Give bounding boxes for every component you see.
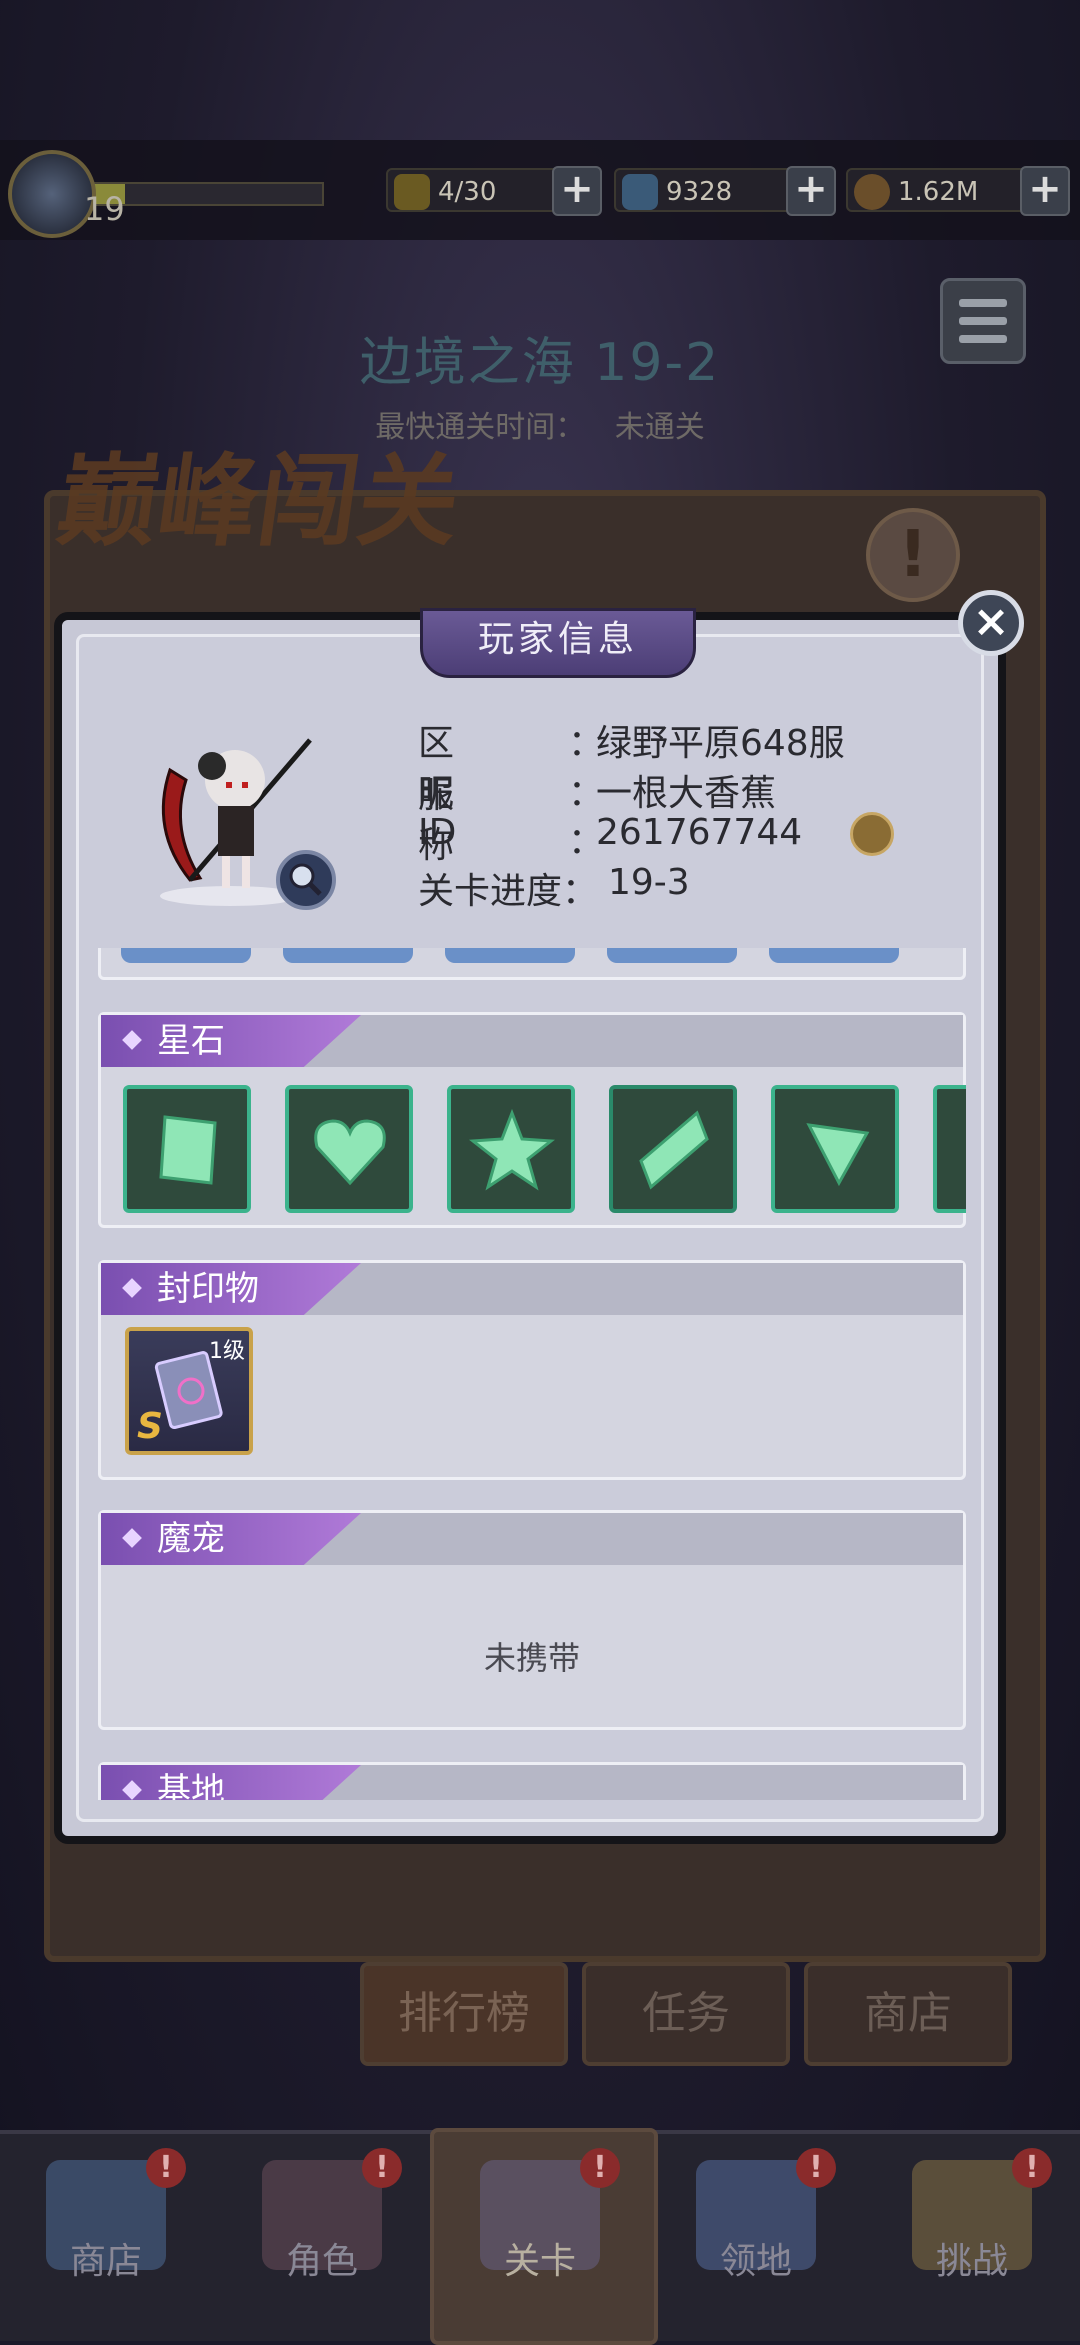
section-seal: 封印物 1级 S xyxy=(98,1260,966,1480)
nav-challenge-label: 挑战 xyxy=(935,2241,1008,2282)
alert-badge: ! xyxy=(362,2148,402,2188)
star-stone-slot[interactable] xyxy=(123,1085,251,1213)
star-stone-slot[interactable] xyxy=(771,1085,899,1213)
alert-badge: ! xyxy=(1012,2148,1052,2188)
nav-role-label: 角色 xyxy=(285,2241,358,2282)
fastest-value: 未通关 xyxy=(614,410,705,445)
heart-gem-icon xyxy=(314,1119,386,1186)
gold-value: 1.62M xyxy=(898,177,979,207)
player-level: 19 xyxy=(84,190,125,228)
copy-id-icon[interactable] xyxy=(850,812,894,856)
star-stone-slot[interactable] xyxy=(285,1085,413,1213)
stamina-value: 4/30 xyxy=(438,177,497,207)
peak-challenge-banner: 巅峰闯关 xyxy=(50,442,468,560)
modal-title: 玩家信息 xyxy=(420,608,696,678)
info-key: ID xyxy=(418,812,457,853)
nickname-value: 一根大香蕉 xyxy=(596,773,777,814)
nav-territory-label: 领地 xyxy=(719,2241,792,2282)
nav-shop-label: 商店 xyxy=(69,2241,142,2282)
section-pet: 魔宠 未携带 xyxy=(98,1510,966,1730)
gold-display: 1.62M xyxy=(846,168,1046,212)
star-stone-slot[interactable] xyxy=(609,1085,737,1213)
coin-icon xyxy=(854,174,890,210)
alert-badge: ! xyxy=(796,2148,836,2188)
pet-empty-text: 未携带 xyxy=(483,1639,580,1677)
equipment-row-partial xyxy=(98,948,966,980)
menu-button[interactable] xyxy=(940,278,1026,364)
level-badge-icon[interactable] xyxy=(8,150,96,238)
triangle-gem-icon xyxy=(806,1123,870,1187)
close-button[interactable]: × xyxy=(958,590,1024,656)
add-gold-button[interactable]: + xyxy=(1020,166,1070,216)
star-gem-icon xyxy=(468,1108,556,1191)
tab-leaderboard[interactable]: 排行榜 xyxy=(360,1962,568,2066)
lightning-icon xyxy=(394,174,430,210)
add-stamina-button[interactable]: + xyxy=(552,166,602,216)
info-key: 关卡进度： xyxy=(418,871,599,912)
add-diamond-button[interactable]: + xyxy=(786,166,836,216)
stamina-display: 4/30 xyxy=(386,168,576,212)
player-detail-scroll[interactable]: 星石 封印物 1级 S 魔宠 未携带 基地 xyxy=(98,948,966,1800)
tab-shop[interactable]: 商店 xyxy=(804,1962,1012,2066)
info-icon[interactable]: ! xyxy=(866,508,960,602)
stage-title: 边境之海 19-2 xyxy=(359,333,721,393)
section-base: 基地 xyxy=(98,1762,966,1800)
seal-level: 1级 xyxy=(209,1339,245,1364)
section-title: 基地 xyxy=(101,1765,361,1800)
tab-tasks[interactable]: 任务 xyxy=(582,1962,790,2066)
alert-badge: ! xyxy=(146,2148,186,2188)
player-id-value: 261767744 xyxy=(596,812,803,853)
diamond-icon xyxy=(622,174,658,210)
diamond-display: 9328 xyxy=(614,168,810,212)
star-stone-slot-partial[interactable] xyxy=(933,1085,966,1213)
seal-rank: S xyxy=(137,1406,163,1447)
square-gem-icon xyxy=(159,1115,217,1185)
section-star-stone: 星石 xyxy=(98,1012,966,1228)
server-value: 绿野平原648服 xyxy=(596,723,845,764)
nav-stage-label: 关卡 xyxy=(503,2241,576,2282)
view-profile-magnifier-icon[interactable] xyxy=(276,850,336,910)
star-stone-slot[interactable] xyxy=(447,1085,575,1213)
alert-badge: ! xyxy=(580,2148,620,2188)
diamond-value: 9328 xyxy=(666,177,733,207)
stage-progress-value: 19-3 xyxy=(608,862,690,903)
diamond-gem-icon xyxy=(639,1110,709,1190)
seal-item-slot[interactable]: 1级 S xyxy=(125,1327,253,1455)
